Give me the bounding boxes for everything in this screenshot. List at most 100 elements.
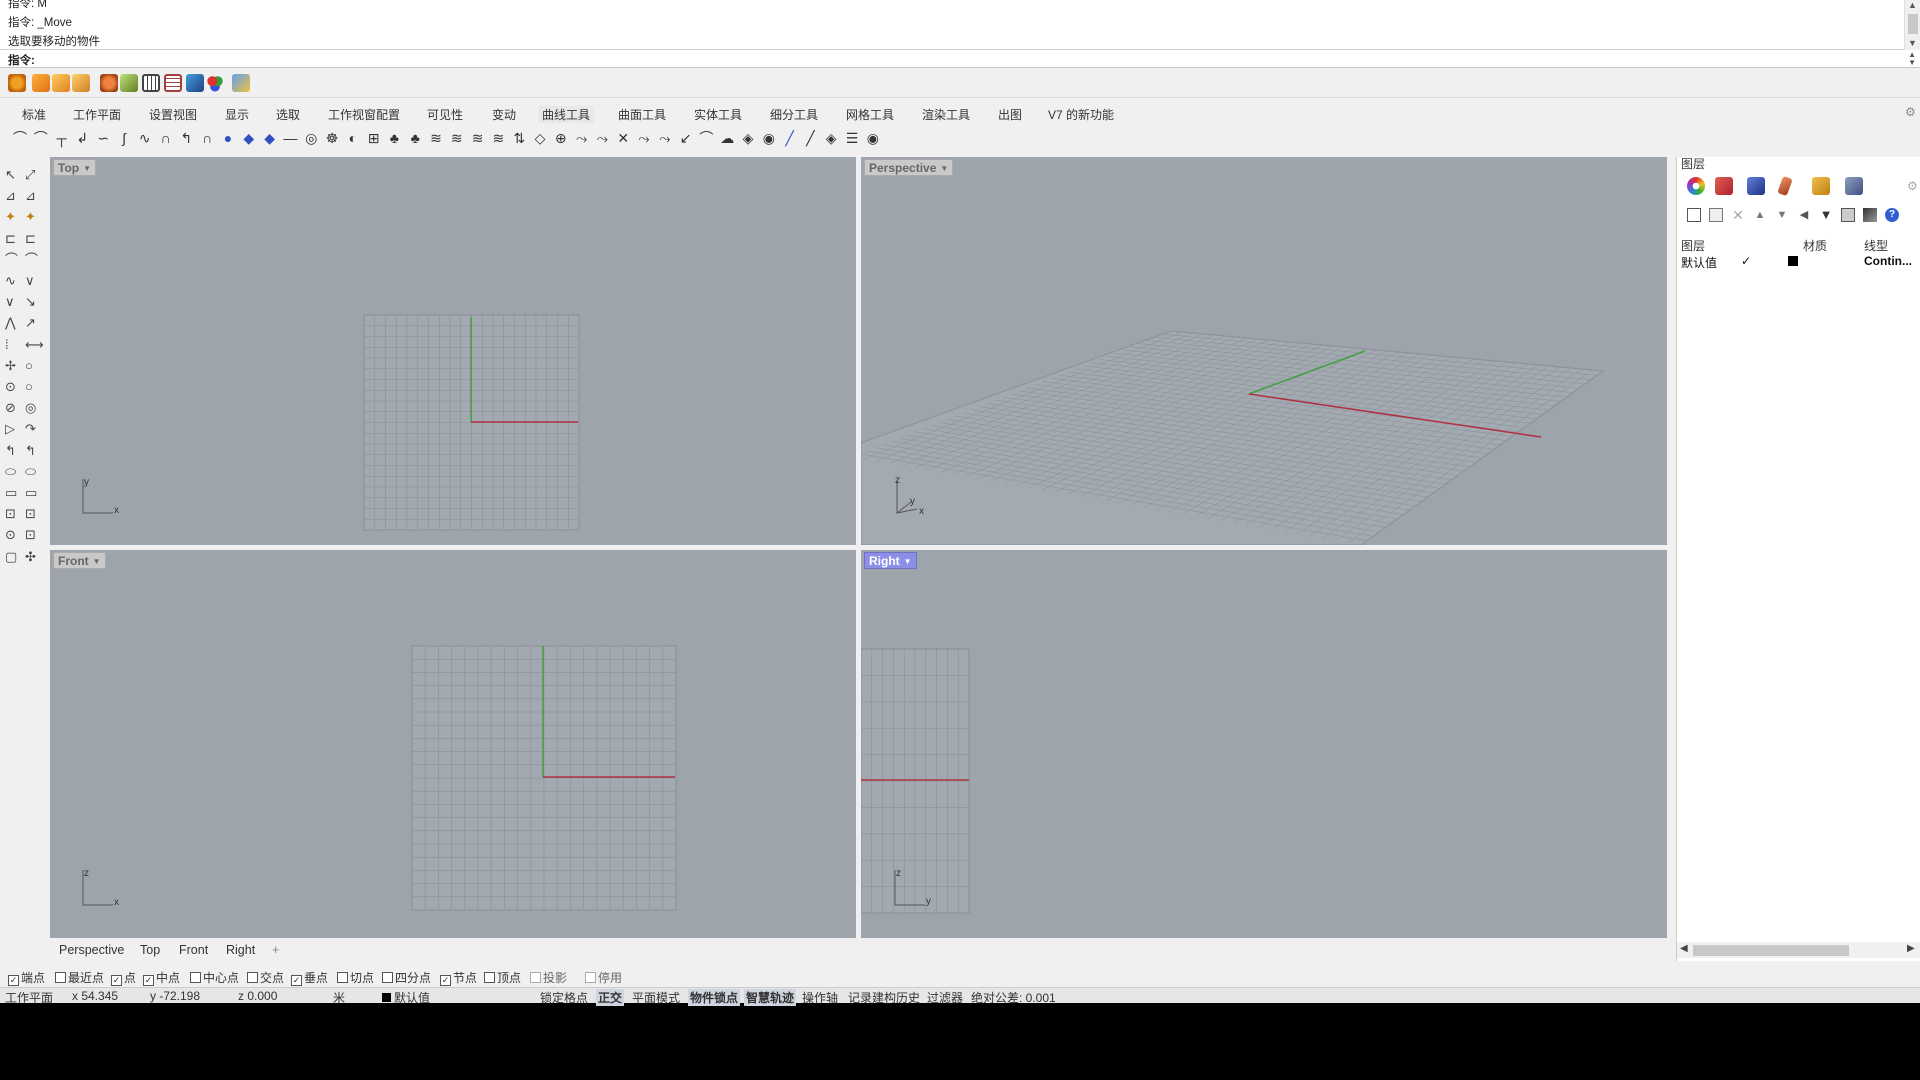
tab-curve-tools[interactable]: 曲线工具 [538, 106, 595, 123]
left-tool-icon[interactable]: ∨ [25, 274, 39, 288]
osnap-checkbox[interactable]: ✓ [143, 975, 154, 986]
curve-tool-icon[interactable]: ☰ [844, 130, 860, 146]
osnap-checkbox[interactable] [484, 972, 495, 983]
curve-tool-icon[interactable]: ≋ [449, 130, 465, 146]
left-tool-icon[interactable]: ⊏ [5, 231, 19, 246]
left-tool-icon[interactable]: ⟷ [25, 337, 44, 352]
left-tool-icon[interactable]: ⋀ [5, 316, 19, 330]
move-up-icon[interactable]: ▲ [1753, 208, 1767, 222]
tab-mesh-tools[interactable]: 网格工具 [842, 106, 898, 123]
osnap-1[interactable]: 最近点 [55, 969, 104, 986]
viewport-title-perspective[interactable]: Perspective ▼ [864, 159, 954, 176]
curve-tool-icon[interactable]: ↲ [74, 130, 90, 146]
curve-tool-icon[interactable]: ↰ [178, 130, 194, 146]
scroll-down-icon[interactable]: ▼ [1908, 38, 1917, 48]
tab-viewport-layout[interactable]: 工作视窗配置 [324, 106, 404, 123]
left-tool-icon[interactable]: ↷ [25, 422, 39, 436]
left-tool-icon[interactable]: ▷ [5, 422, 19, 436]
add-viewport-tab-icon[interactable]: + [272, 943, 279, 957]
viewport-right[interactable]: z y Right ▼ [861, 550, 1667, 938]
material-column-header[interactable]: 材质 [1803, 237, 1827, 254]
curve-tool-icon[interactable]: ⇅ [511, 130, 527, 146]
scroll-right-icon[interactable]: ▶ [1907, 943, 1915, 954]
status-smarttrack[interactable]: 智慧轨迹 [744, 989, 797, 1006]
curve-tool-icon[interactable]: ✕ [615, 130, 631, 146]
osnap-11[interactable]: 投影 [530, 969, 567, 986]
osnap-8[interactable]: 四分点 [382, 969, 431, 986]
left-tool-icon[interactable]: ▢ [5, 549, 19, 564]
pan-hand-icon[interactable] [120, 74, 138, 92]
left-tool-icon[interactable]: ▭ [25, 486, 39, 500]
panel-settings-gear-icon[interactable]: ⚙ [1907, 179, 1918, 193]
curve-tool-icon[interactable]: ∿ [137, 130, 153, 146]
curve-tool-icon[interactable]: ⌒ [12, 130, 28, 146]
new-sublayer-icon[interactable] [1709, 208, 1723, 222]
new-layer-icon[interactable] [1687, 208, 1701, 222]
scroll-thumb[interactable] [1693, 945, 1849, 956]
tab-drafting[interactable]: 出图 [994, 106, 1026, 123]
tab-standard[interactable]: 标准 [18, 106, 50, 123]
viewport-title-top[interactable]: Top ▼ [53, 159, 97, 176]
left-tool-icon[interactable]: ○ [25, 358, 39, 373]
tab-render-tools[interactable]: 渲染工具 [918, 106, 974, 123]
left-tool-icon[interactable]: ∨ [5, 295, 19, 309]
save-file-icon[interactable] [72, 74, 90, 92]
left-tool-icon[interactable]: ⁞ [5, 337, 19, 352]
left-tool-icon[interactable]: ↰ [5, 443, 19, 458]
curve-tool-icon[interactable]: — [282, 130, 298, 146]
brush-tab-icon[interactable] [1777, 175, 1793, 197]
left-tool-icon[interactable]: ⊡ [25, 528, 39, 542]
materials-tab-icon[interactable] [1747, 177, 1765, 195]
left-tool-icon[interactable]: ✣ [25, 549, 39, 564]
curve-tool-icon[interactable]: ≋ [490, 130, 506, 146]
viewport-title-front[interactable]: Front ▼ [53, 552, 106, 569]
curve-tool-icon[interactable]: ◉ [761, 130, 777, 146]
layers-tab-icon[interactable] [1715, 177, 1733, 195]
command-input[interactable] [40, 51, 1890, 66]
curve-tool-icon[interactable]: ☸ [324, 130, 340, 146]
osnap-checkbox[interactable]: ✓ [8, 975, 19, 986]
osnap-4[interactable]: 中心点 [190, 969, 239, 986]
folder-tab-icon[interactable] [1812, 177, 1830, 195]
image-tab-icon[interactable] [1845, 177, 1863, 195]
chevron-down-icon[interactable]: ▼ [93, 557, 101, 566]
status-gumball[interactable]: 操作轴 [802, 989, 838, 1006]
tab-solid-tools[interactable]: 实体工具 [690, 106, 746, 123]
curve-tool-icon[interactable]: ʃ [116, 130, 132, 146]
left-tool-icon[interactable]: ⌒ [5, 252, 19, 267]
color-wheel-icon[interactable] [1687, 177, 1705, 195]
tab-display[interactable]: 显示 [221, 106, 253, 123]
left-tool-icon[interactable]: ⊙ [5, 528, 19, 542]
grid-icon[interactable] [142, 74, 160, 92]
hatch-icon[interactable] [164, 74, 182, 92]
tab-select[interactable]: 选取 [272, 106, 304, 123]
curve-tool-icon[interactable]: ⤳ [636, 130, 652, 146]
curve-tool-icon[interactable]: ◈ [823, 130, 839, 146]
curve-tool-icon[interactable]: ⊕ [553, 130, 569, 146]
curve-tool-icon[interactable]: ◆ [262, 130, 278, 146]
curve-tool-icon[interactable]: ⤳ [657, 130, 673, 146]
tab-subd-tools[interactable]: 细分工具 [766, 106, 822, 123]
osnap-3[interactable]: ✓ 中点 [143, 969, 180, 986]
left-tool-icon[interactable]: ⊙ [5, 380, 19, 394]
status-cplane[interactable]: 工作平面 [5, 989, 53, 1006]
osnap-5[interactable]: 交点 [247, 969, 284, 986]
viewport-title-right[interactable]: Right ▼ [864, 552, 917, 569]
layer-color-swatch[interactable] [1788, 256, 1798, 266]
layer-state-icon[interactable] [1841, 208, 1855, 222]
curve-tool-icon[interactable]: ⤳ [594, 130, 610, 146]
viewport-tab-top[interactable]: Top [140, 943, 160, 957]
osnap-9[interactable]: ✓ 节点 [440, 969, 477, 986]
left-tool-icon[interactable]: ⊡ [25, 507, 39, 521]
curve-tool-icon[interactable]: ● [220, 130, 236, 146]
options-gear-icon[interactable] [8, 74, 26, 92]
tab-new-in-v7[interactable]: V7 的新功能 [1044, 106, 1118, 123]
left-tool-icon[interactable]: ✢ [5, 358, 19, 373]
tab-visibility[interactable]: 可见性 [423, 106, 467, 123]
osnap-checkbox[interactable]: ✓ [291, 975, 302, 986]
layer-name[interactable]: 默认值 [1681, 254, 1717, 271]
new-file-icon[interactable] [32, 74, 50, 92]
left-tool-icon[interactable]: ↖ [5, 168, 19, 182]
tab-surface-tools[interactable]: 曲面工具 [614, 106, 670, 123]
status-layer[interactable]: 默认值 [382, 989, 430, 1006]
